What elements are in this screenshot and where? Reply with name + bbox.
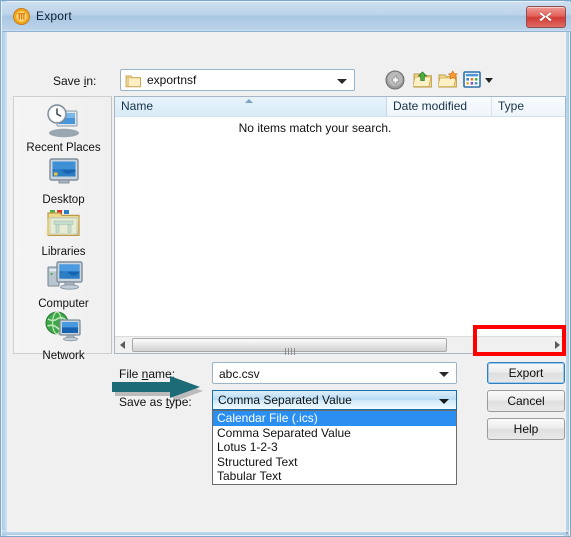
places-bar: Recent Places Desktop Libraries Computer…: [13, 96, 113, 362]
screenshot-root: Export Save in: exportnsf Recent Places …: [0, 0, 571, 537]
help-button[interactable]: Help: [487, 418, 565, 440]
column-header-name[interactable]: Name: [115, 97, 387, 116]
dialog-body: Save in: exportnsf Recent Places Desktop…: [7, 32, 571, 537]
views-chevron-down-icon[interactable]: [485, 78, 493, 83]
chevron-left-icon: [120, 341, 125, 349]
views-icon[interactable]: [463, 70, 482, 94]
save-as-type-chevron-down-icon[interactable]: [439, 399, 449, 404]
save-as-type-dropdown-list[interactable]: Calendar File (.ics) Comma Separated Val…: [212, 410, 457, 485]
place-network[interactable]: Network: [14, 309, 113, 371]
scrollbar-thumb[interactable]: [132, 338, 447, 355]
dropdown-option[interactable]: Calendar File (.ics): [213, 411, 456, 426]
close-button[interactable]: [526, 6, 566, 28]
libraries-icon: [14, 205, 113, 245]
save-as-type-combobox[interactable]: Comma Separated Value: [212, 390, 457, 410]
scroll-left-button[interactable]: [115, 337, 131, 353]
file-name-input[interactable]: [217, 365, 436, 383]
save-in-label: Save in:: [53, 74, 97, 88]
network-icon: [14, 309, 113, 349]
dropdown-option[interactable]: Structured Text: [213, 455, 456, 470]
save-in-combobox[interactable]: exportnsf: [120, 69, 355, 91]
file-name-label: File name:: [119, 367, 176, 381]
folder-icon: [125, 73, 142, 93]
back-arrow-icon[interactable]: [385, 70, 405, 95]
empty-list-message: No items match your search.: [238, 121, 392, 135]
save-as-type-label: Save as type:: [119, 395, 192, 409]
app-icon: [13, 8, 30, 25]
chevron-right-icon: [555, 341, 560, 349]
window-title: Export: [36, 9, 72, 23]
file-name-chevron-down-icon[interactable]: [439, 372, 449, 377]
dropdown-option[interactable]: Tabular Text: [213, 469, 456, 484]
chevron-down-icon[interactable]: [337, 79, 347, 84]
file-name-combobox[interactable]: [212, 362, 457, 384]
scrollbar-grip-icon: [284, 342, 297, 360]
column-header-date-modified[interactable]: Date modified: [387, 97, 492, 116]
new-folder-icon[interactable]: [437, 70, 458, 94]
cancel-button[interactable]: Cancel: [487, 390, 565, 412]
export-button[interactable]: Export: [487, 362, 565, 384]
scroll-right-button[interactable]: [549, 337, 565, 353]
up-one-level-icon[interactable]: [412, 70, 433, 94]
desktop-icon: [14, 153, 113, 193]
dropdown-option[interactable]: Comma Separated Value: [213, 426, 456, 441]
place-label: Network: [42, 350, 85, 362]
export-dialog-window: Export Save in: exportnsf Recent Places …: [0, 0, 571, 537]
column-header-type[interactable]: Type: [492, 97, 565, 116]
save-in-value: exportnsf: [147, 73, 197, 87]
file-list[interactable]: Name Date modified Type No items match y…: [114, 96, 566, 355]
recent-places-icon: [14, 101, 113, 141]
computer-icon: [14, 257, 113, 297]
save-as-type-value: Comma Separated Value: [218, 393, 352, 407]
sort-ascending-icon: [245, 99, 253, 103]
horizontal-scrollbar[interactable]: [115, 336, 565, 355]
dropdown-option[interactable]: Lotus 1-2-3: [213, 440, 456, 455]
column-header-row: Name Date modified Type: [115, 97, 565, 117]
title-bar[interactable]: Export: [2, 2, 571, 32]
